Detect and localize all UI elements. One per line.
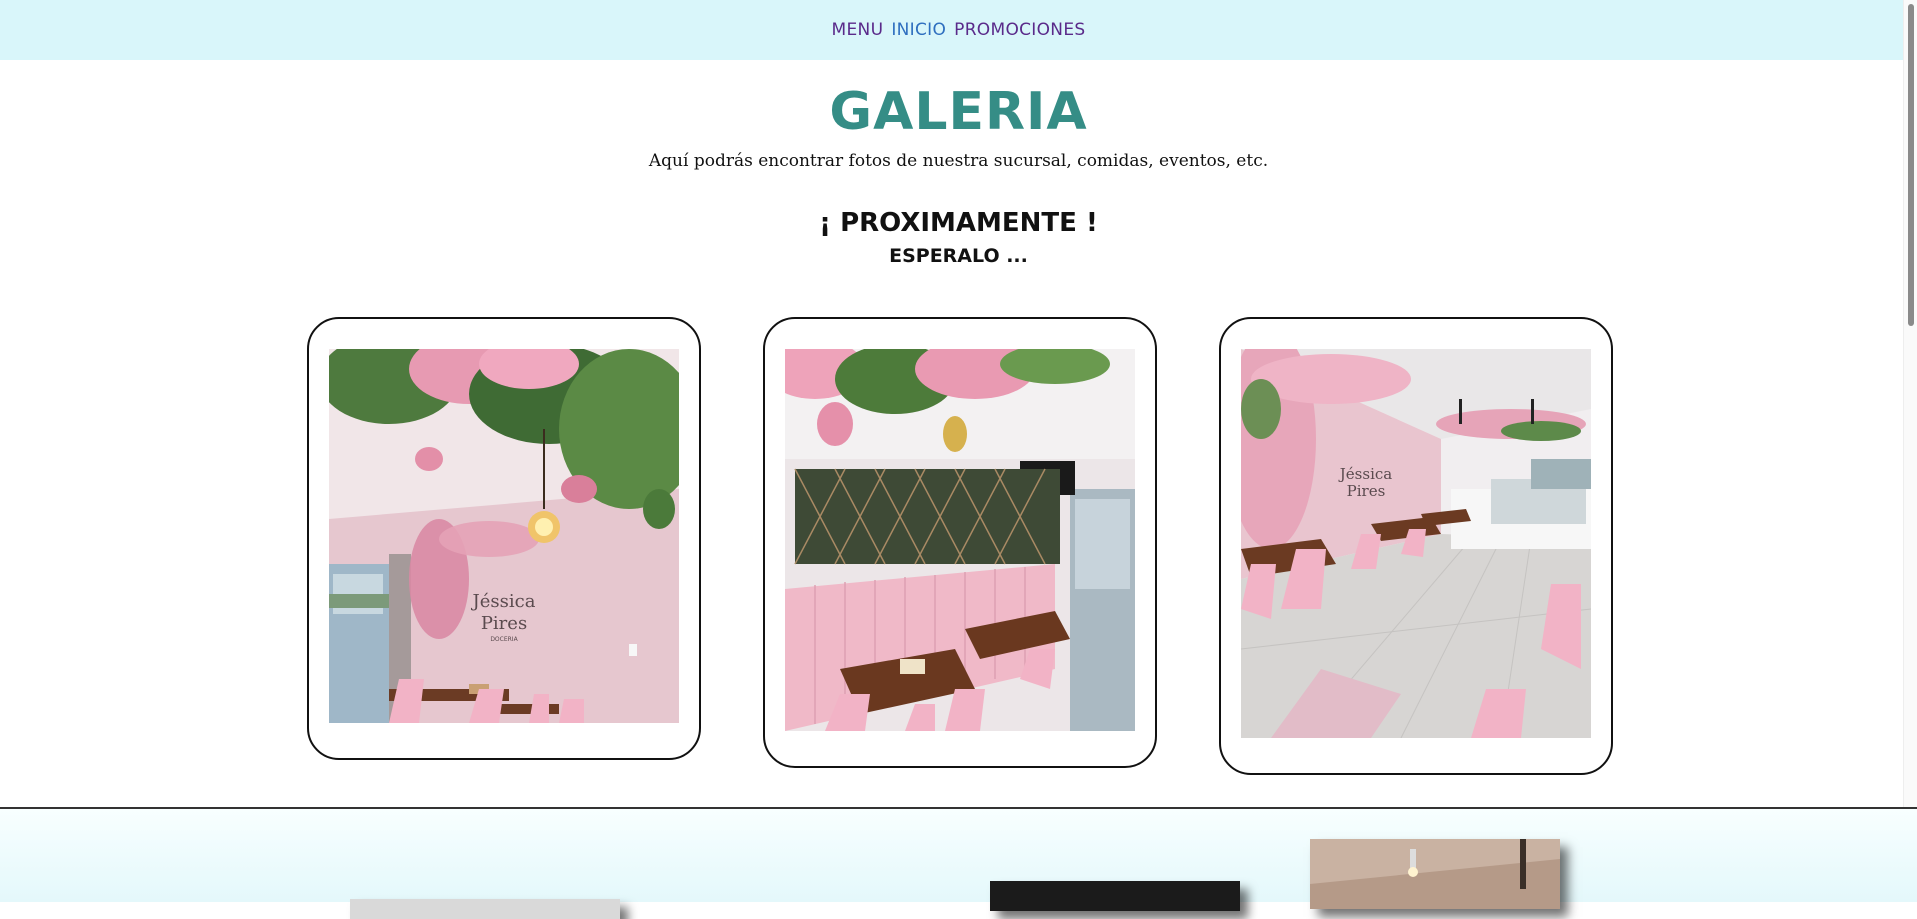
nav-link-inicio[interactable]: INICIO [891, 20, 946, 40]
gallery-card-3: Jéssica Pires [1219, 317, 1613, 775]
sign-text-doceria: DOCERIA [490, 636, 518, 643]
bottom-thumb-1 [350, 899, 620, 919]
sign-text-jessica-2: Jéssica [1338, 465, 1392, 483]
page-subtitle: Aquí podrás encontrar fotos de nuestra s… [648, 151, 1269, 171]
sign-text-pires: Pires [481, 613, 527, 634]
bottom-thumb-3 [1310, 839, 1560, 909]
bottom-gallery-strip [0, 809, 1917, 919]
wait-subheading: ESPERALO ... [889, 245, 1028, 267]
gallery-card-1: Jéssica Pires DOCERIA [307, 317, 701, 760]
gallery-photo-counter-view: Jéssica Pires [1241, 349, 1591, 738]
gallery-photo-green-wall [785, 349, 1135, 731]
bottom-thumb-2 [990, 881, 1240, 911]
nav-link-promociones[interactable]: PROMOCIONES [954, 20, 1085, 40]
page-title: GALERIA [829, 82, 1088, 142]
gallery-photo-dining-sign: Jéssica Pires DOCERIA [329, 349, 679, 723]
sign-text-pires-2: Pires [1347, 482, 1386, 500]
coming-soon-heading: ¡ PROXIMAMENTE ! [819, 208, 1098, 238]
sign-text-jessica: Jéssica [471, 591, 536, 612]
top-navigation: MENU INICIO PROMOCIONES [0, 0, 1917, 60]
gallery-card-2 [763, 317, 1157, 768]
nav-link-menu[interactable]: MENU [832, 20, 884, 40]
